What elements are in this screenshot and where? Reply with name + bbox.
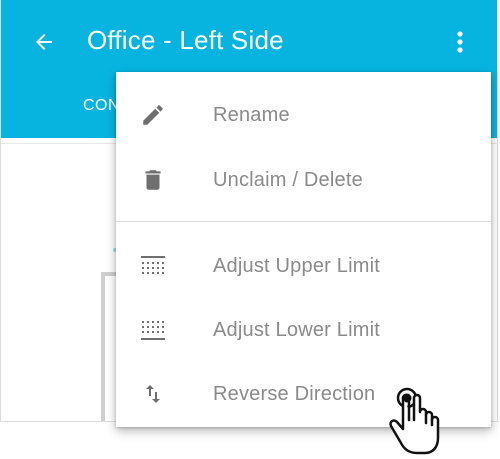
menu-item-label: Adjust Lower Limit xyxy=(213,318,380,341)
swap-vertical-icon xyxy=(138,379,168,409)
menu-item-adjust-lower-limit[interactable]: Adjust Lower Limit xyxy=(116,298,491,362)
menu-item-rename[interactable]: Rename xyxy=(116,83,491,147)
trash-icon xyxy=(138,165,168,195)
tap-hand-icon xyxy=(389,387,440,455)
menu-divider xyxy=(116,221,491,222)
arrow-left-icon xyxy=(36,34,52,50)
menu-item-adjust-upper-limit[interactable]: Adjust Upper Limit xyxy=(116,234,491,298)
menu-item-label: Rename xyxy=(213,103,290,126)
upper-limit-icon xyxy=(138,251,168,281)
overflow-menu-button[interactable] xyxy=(447,27,473,57)
more-vertical-icon xyxy=(457,31,463,53)
menu-item-label: Adjust Upper Limit xyxy=(213,254,380,277)
overflow-menu: Rename Unclaim / Delete Adjust Upper Lim… xyxy=(116,72,491,427)
page-title: Office - Left Side xyxy=(87,25,284,55)
menu-item-unclaim-delete[interactable]: Unclaim / Delete xyxy=(116,148,491,212)
back-button[interactable] xyxy=(29,27,59,57)
menu-item-label: Reverse Direction xyxy=(213,382,376,405)
tab-controls[interactable]: CON xyxy=(83,97,120,115)
pencil-icon xyxy=(138,100,168,130)
menu-item-label: Unclaim / Delete xyxy=(213,168,363,191)
lower-limit-icon xyxy=(138,315,168,345)
